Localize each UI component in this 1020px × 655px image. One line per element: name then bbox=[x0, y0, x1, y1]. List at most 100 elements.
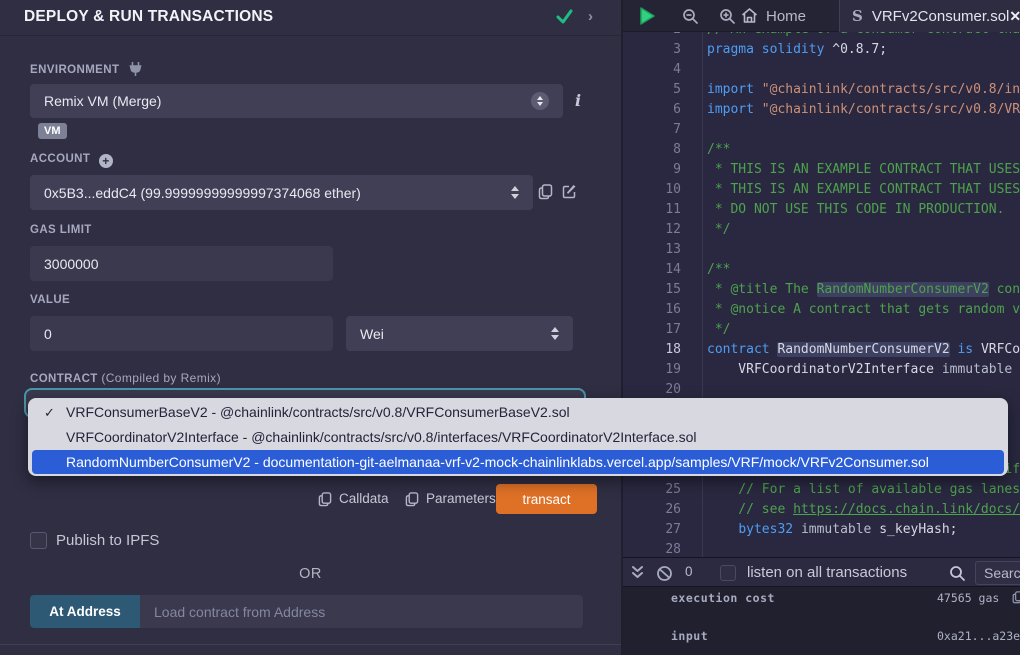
code-line[interactable]: pragma solidity ^0.8.7; bbox=[707, 40, 1020, 60]
publish-ipfs-label: Publish to IPFS bbox=[56, 532, 159, 549]
panel-title: DEPLOY & RUN TRANSACTIONS bbox=[24, 8, 273, 26]
line-number: 17 bbox=[623, 320, 681, 340]
value-unit-select[interactable]: Wei bbox=[346, 316, 573, 351]
code-line[interactable]: * @notice A contract that gets random va… bbox=[707, 300, 1020, 320]
account-value: 0x5B3...eddC4 (99.99999999999997374068 e… bbox=[44, 185, 361, 201]
tab-file[interactable]: S VRFv2Consumer.sol ✕ bbox=[839, 0, 1020, 32]
terminal-row-key: execution cost bbox=[671, 591, 775, 605]
line-number: 16 bbox=[623, 300, 681, 320]
code-line[interactable]: * THIS IS AN EXAMPLE CONTRACT THAT USES … bbox=[707, 160, 1020, 180]
calldata-button[interactable]: Calldata bbox=[339, 491, 389, 506]
zoom-out-icon[interactable] bbox=[682, 8, 699, 25]
search-icon[interactable] bbox=[949, 565, 966, 582]
line-number: 27 bbox=[623, 520, 681, 540]
transaction-count: 0 bbox=[685, 564, 693, 579]
line-number: 18 bbox=[623, 340, 681, 360]
code-line[interactable]: /** bbox=[707, 140, 1020, 160]
gas-limit-input[interactable]: 3000000 bbox=[30, 246, 333, 281]
publish-ipfs-checkbox[interactable] bbox=[30, 532, 47, 549]
parameters-button[interactable]: Parameters bbox=[426, 491, 496, 506]
terminal-search-input[interactable] bbox=[975, 561, 1020, 585]
or-label: OR bbox=[0, 566, 621, 582]
contract-label: CONTRACT (Compiled by Remix) bbox=[30, 371, 221, 385]
plus-circle-icon[interactable]: + bbox=[99, 154, 113, 168]
contract-option-label: VRFConsumerBaseV2 - @chainlink/contracts… bbox=[66, 404, 570, 420]
chevron-right-icon[interactable]: › bbox=[588, 8, 593, 25]
code-line[interactable]: * DO NOT USE THIS CODE IN PRODUCTION. bbox=[707, 200, 1020, 220]
caret-updown-icon bbox=[531, 92, 549, 110]
code-line[interactable]: // see https://docs.chain.link/docs/vrf-… bbox=[707, 500, 1020, 520]
line-number: 15 bbox=[623, 280, 681, 300]
environment-select[interactable]: Remix VM (Merge) bbox=[30, 84, 563, 118]
check-icon: ✓ bbox=[44, 400, 55, 425]
terminal-output: execution cost47565 gas input0xa21...a23e… bbox=[623, 587, 1020, 655]
code-line[interactable]: */ bbox=[707, 320, 1020, 340]
line-number: 6 bbox=[623, 100, 681, 120]
chevrons-down-icon[interactable] bbox=[631, 565, 644, 581]
code-line[interactable]: // An example of a consumer contract tha… bbox=[707, 32, 1020, 40]
listen-all-checkbox[interactable] bbox=[720, 565, 736, 581]
account-select[interactable]: 0x5B3...eddC4 (99.99999999999997374068 e… bbox=[30, 175, 533, 210]
code-line[interactable]: contract RandomNumberConsumerV2 is VRFCo… bbox=[707, 340, 1020, 360]
info-icon[interactable]: i bbox=[575, 91, 581, 110]
play-icon[interactable] bbox=[638, 6, 656, 26]
line-number: 28 bbox=[623, 540, 681, 557]
value-label: VALUE bbox=[30, 294, 70, 306]
caret-updown-icon bbox=[511, 186, 519, 199]
edit-icon[interactable] bbox=[562, 184, 578, 200]
at-address-button[interactable]: At Address bbox=[30, 595, 140, 628]
tab-home[interactable]: Home bbox=[741, 0, 806, 32]
home-icon bbox=[741, 8, 758, 24]
terminal-row[interactable]: execution cost47565 gas bbox=[623, 591, 1020, 607]
code-line[interactable]: bytes32 immutable s_keyHash; bbox=[707, 520, 1020, 540]
line-number: 9 bbox=[623, 160, 681, 180]
code-line[interactable]: VRFCoordinatorV2Interface immutable COOR… bbox=[707, 360, 1020, 380]
copy-icon[interactable] bbox=[1012, 591, 1020, 604]
line-number: 10 bbox=[623, 180, 681, 200]
code-line[interactable]: */ bbox=[707, 220, 1020, 240]
line-number: 19 bbox=[623, 360, 681, 380]
caret-updown-icon bbox=[551, 327, 559, 340]
close-icon[interactable]: ✕ bbox=[1009, 8, 1020, 25]
contract-option[interactable]: VRFCoordinatorV2Interface - @chainlink/c… bbox=[32, 425, 1004, 450]
code-line[interactable]: import "@chainlink/contracts/src/v0.8/in… bbox=[707, 80, 1020, 100]
code-line[interactable]: // For a list of available gas lanes on … bbox=[707, 480, 1020, 500]
code-line[interactable]: * THIS IS AN EXAMPLE CONTRACT THAT USES … bbox=[707, 180, 1020, 200]
code-editor[interactable]: 2345678910111213141516171819202122232425… bbox=[623, 32, 1020, 557]
solidity-icon: S bbox=[852, 7, 863, 25]
remix-ide: DEPLOY & RUN TRANSACTIONS › ENVIRONMENT … bbox=[0, 0, 1020, 655]
zoom-in-icon[interactable] bbox=[719, 8, 736, 25]
deploy-run-panel: DEPLOY & RUN TRANSACTIONS › ENVIRONMENT … bbox=[0, 0, 621, 655]
divider bbox=[0, 644, 621, 645]
value-input[interactable]: 0 bbox=[30, 316, 333, 351]
copy-icon[interactable] bbox=[318, 492, 332, 507]
line-number: 20 bbox=[623, 380, 681, 400]
code-line[interactable]: import "@chainlink/contracts/src/v0.8/VR… bbox=[707, 100, 1020, 120]
copy-icon[interactable] bbox=[538, 184, 553, 200]
at-address-input[interactable] bbox=[140, 595, 583, 628]
contract-option-label: VRFCoordinatorV2Interface - @chainlink/c… bbox=[66, 429, 697, 445]
account-label: ACCOUNT + bbox=[30, 153, 113, 168]
contract-option[interactable]: ✓ VRFConsumerBaseV2 - @chainlink/contract… bbox=[32, 400, 1004, 425]
line-number: 26 bbox=[623, 500, 681, 520]
terminal-bar: 0 listen on all transactions bbox=[623, 557, 1020, 587]
line-number: 8 bbox=[623, 140, 681, 160]
ban-icon[interactable] bbox=[656, 565, 673, 582]
editor-tabbar: Home S VRFv2Consumer.sol ✕ bbox=[623, 0, 1020, 32]
environment-label: ENVIRONMENT bbox=[30, 62, 142, 76]
code-line[interactable]: * @title The RandomNumberConsumerV2 cont… bbox=[707, 280, 1020, 300]
contract-option[interactable]: RandomNumberConsumerV2 - documentation-g… bbox=[32, 450, 1004, 474]
line-number: 13 bbox=[623, 240, 681, 260]
terminal-row-value: 0xa21...a23e4 bbox=[937, 629, 1020, 643]
editor-pane: Home S VRFv2Consumer.sol ✕ 2345678910111… bbox=[621, 0, 1020, 655]
contract-dropdown: ✓ VRFConsumerBaseV2 - @chainlink/contract… bbox=[28, 398, 1008, 476]
divider bbox=[0, 35, 621, 36]
line-number: 2 bbox=[623, 32, 681, 40]
line-number: 11 bbox=[623, 200, 681, 220]
gas-limit-label: GAS LIMIT bbox=[30, 224, 92, 236]
transact-button[interactable]: transact bbox=[496, 484, 597, 514]
code-line[interactable]: /** bbox=[707, 260, 1020, 280]
terminal-row[interactable]: input0xa21...a23e4 bbox=[623, 629, 1020, 645]
copy-icon[interactable] bbox=[405, 492, 419, 507]
line-number: 3 bbox=[623, 40, 681, 60]
